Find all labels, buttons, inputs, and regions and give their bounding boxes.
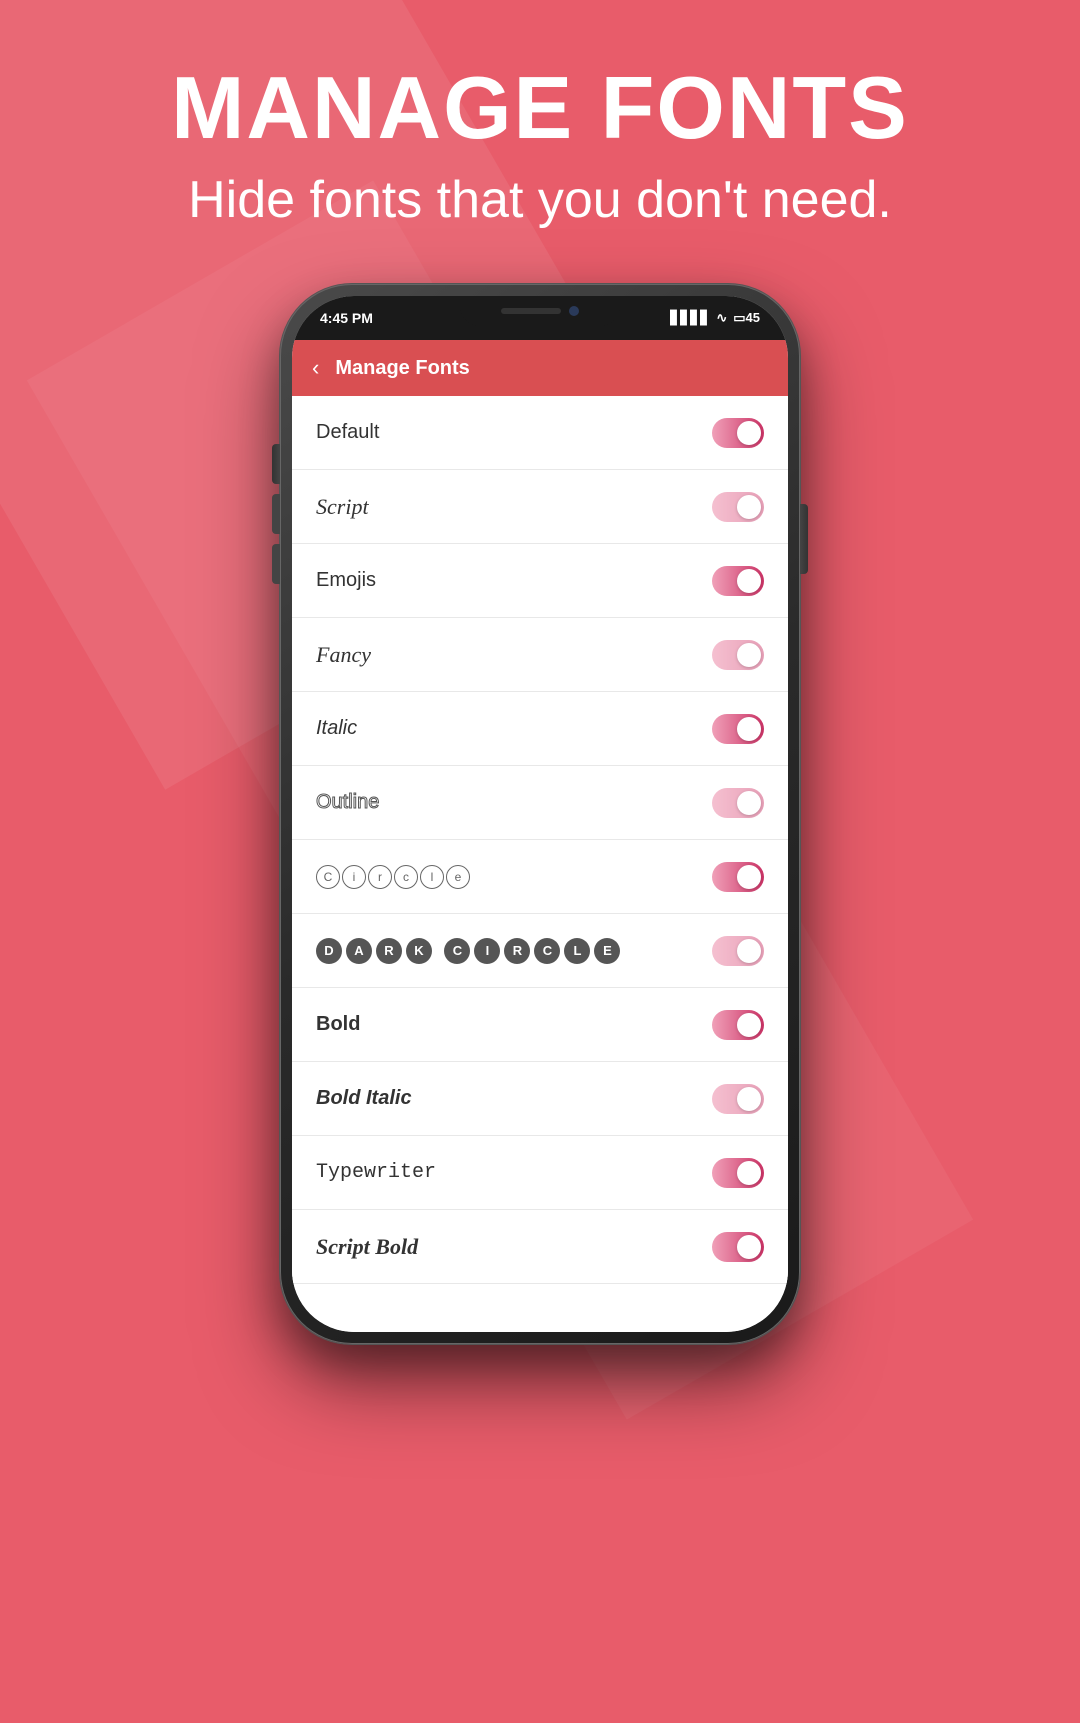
phone-device: 4:45 PM ▋▋▋▋ ∿ ▭45 ‹ Manage Fonts (280, 284, 800, 1344)
font-name-fancy: Fancy (316, 642, 371, 668)
font-item-default[interactable]: Default (292, 396, 788, 470)
font-name-emojis: Emojis (316, 569, 376, 592)
toggle-fancy[interactable] (712, 640, 764, 670)
font-name-outline: Outline (316, 791, 379, 814)
font-item-script-bold[interactable]: Script Bold (292, 1210, 788, 1284)
font-item-circle[interactable]: C i r c l e (292, 840, 788, 914)
toggle-default[interactable] (712, 418, 764, 448)
font-name-default: Default (316, 421, 379, 444)
toggle-typewriter[interactable] (712, 1158, 764, 1188)
font-item-outline[interactable]: Outline (292, 766, 788, 840)
toggle-emojis[interactable] (712, 566, 764, 596)
font-item-bold[interactable]: Bold (292, 988, 788, 1062)
status-icons: ▋▋▋▋ ∿ ▭45 (670, 310, 760, 326)
toggle-italic[interactable] (712, 714, 764, 744)
toggle-script-bold[interactable] (712, 1232, 764, 1262)
page-root: MANAGE FONTS Hide fonts that you don't n… (0, 0, 1080, 1723)
signal-icon: ▋▋▋▋ (670, 310, 710, 326)
toggle-script[interactable] (712, 492, 764, 522)
app-bar-title: Manage Fonts (335, 357, 469, 380)
phone-screen: 4:45 PM ▋▋▋▋ ∿ ▭45 ‹ Manage Fonts (292, 296, 788, 1332)
font-item-script[interactable]: Script (292, 470, 788, 544)
font-item-typewriter[interactable]: Typewriter (292, 1136, 788, 1210)
toggle-bold-italic[interactable] (712, 1084, 764, 1114)
font-name-dark-circle: D A R K C I R C L (316, 938, 620, 964)
font-name-typewriter: Typewriter (316, 1161, 436, 1184)
toggle-bold[interactable] (712, 1010, 764, 1040)
phone-notch (460, 296, 620, 326)
battery-icon: ▭45 (733, 310, 760, 326)
toggle-circle[interactable] (712, 862, 764, 892)
status-time: 4:45 PM (320, 310, 373, 326)
screen-content: ‹ Manage Fonts Default Script (292, 340, 788, 1332)
font-name-bold: Bold (316, 1013, 360, 1036)
front-camera (569, 306, 579, 316)
wifi-icon: ∿ (716, 310, 727, 326)
speaker (501, 308, 561, 314)
toggle-outline[interactable] (712, 788, 764, 818)
font-list: Default Script Emojis (292, 396, 788, 1332)
font-item-fancy[interactable]: Fancy (292, 618, 788, 692)
phone-outer-shell: 4:45 PM ▋▋▋▋ ∿ ▭45 ‹ Manage Fonts (280, 284, 800, 1344)
font-name-script: Script (316, 494, 369, 520)
font-name-script-bold: Script Bold (316, 1234, 418, 1260)
font-name-bold-italic: Bold Italic (316, 1087, 412, 1110)
app-header: ‹ Manage Fonts (292, 340, 788, 396)
font-item-bold-italic[interactable]: Bold Italic (292, 1062, 788, 1136)
font-item-dark-circle[interactable]: D A R K C I R C L (292, 914, 788, 988)
toggle-dark-circle[interactable] (712, 936, 764, 966)
font-name-italic: Italic (316, 717, 357, 740)
font-item-italic[interactable]: Italic (292, 692, 788, 766)
font-name-circle: C i r c l e (316, 865, 470, 889)
back-button[interactable]: ‹ (312, 355, 319, 381)
font-item-emojis[interactable]: Emojis (292, 544, 788, 618)
